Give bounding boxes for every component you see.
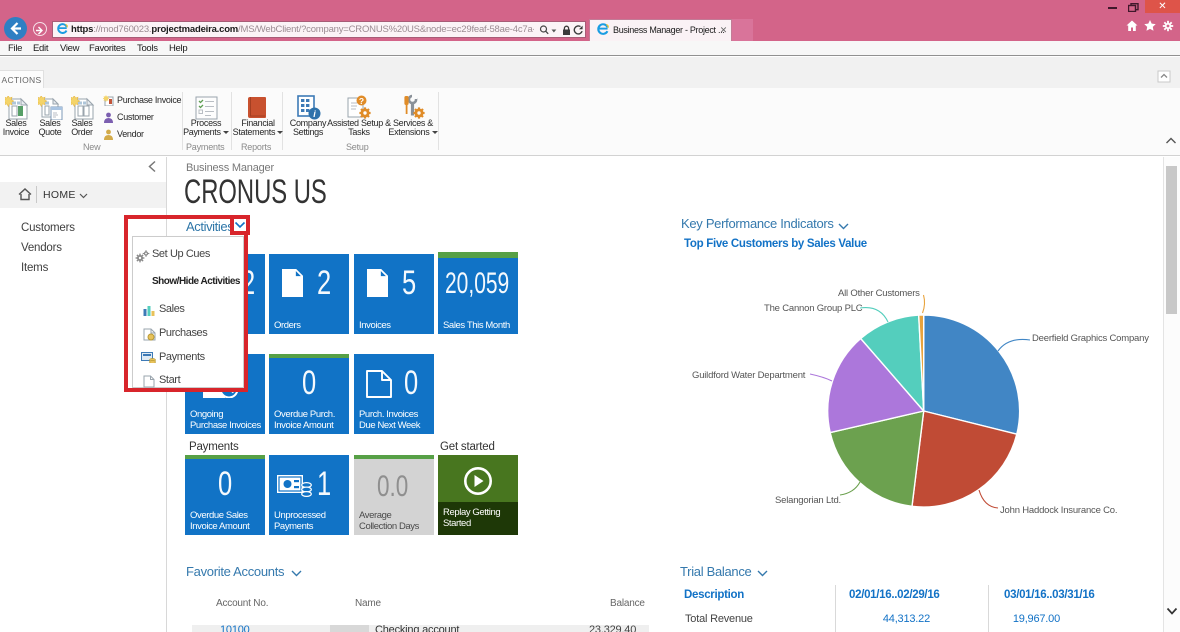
svg-text:Selangorian Ltd.: Selangorian Ltd. — [775, 495, 841, 506]
svg-text:John Haddock Insurance Co.: John Haddock Insurance Co. — [1000, 505, 1117, 516]
svg-text:Guildford Water Department: Guildford Water Department — [692, 370, 806, 381]
svg-text:All Other Customers: All Other Customers — [838, 288, 920, 299]
svg-text:Deerfield Graphics Company: Deerfield Graphics Company — [1032, 333, 1149, 344]
svg-text:?: ? — [359, 96, 364, 106]
svg-text:The Cannon Group PLC: The Cannon Group PLC — [764, 303, 863, 314]
